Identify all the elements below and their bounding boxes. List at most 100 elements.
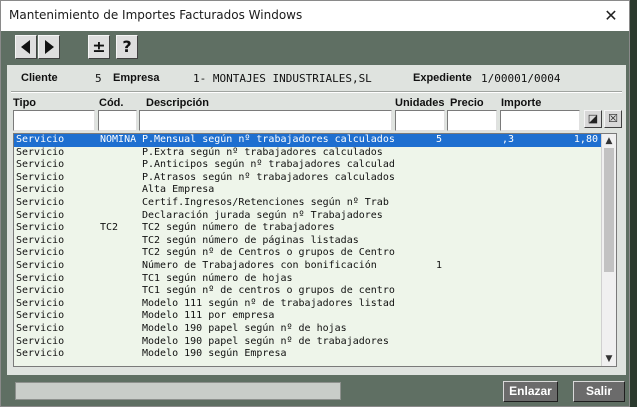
cell-tipo: Servicio [16, 272, 65, 284]
cell-unidades: 5 [435, 134, 442, 145]
enlazar-button[interactable]: Enlazar [503, 381, 558, 402]
table-row[interactable]: Servicio Número de Trabajadores con bonif… [14, 260, 602, 273]
status-bar [15, 382, 341, 400]
scroll-thumb[interactable] [604, 148, 614, 272]
cell-tipo: Servicio [16, 134, 65, 145]
cell-desc: Número de Trabajadores con bonificación [142, 260, 377, 271]
filter-descripcion-input[interactable] [139, 110, 392, 131]
cell-tipo: Servicio [16, 209, 65, 221]
cell-desc: TC1 según número de hojas [142, 272, 293, 284]
filter-cod-input[interactable] [98, 110, 137, 131]
record-header: Cliente 5 Empresa 1- MONTAJES INDUSTRIAL… [7, 65, 626, 91]
table-row[interactable]: Servicio Declaración jurada según nº Trab… [14, 210, 602, 223]
cell-tipo: Servicio [16, 247, 65, 259]
table-row[interactable]: Servicio Modelo 190 papel según nº de tra… [14, 336, 602, 349]
previous-button[interactable] [15, 35, 37, 59]
cell-precio: ,3 [501, 134, 514, 145]
cell-desc: TC1 según nº de centros o grupos de cent… [142, 285, 395, 297]
help-button[interactable]: ? [116, 35, 138, 59]
salir-button[interactable]: Salir [573, 381, 625, 402]
window-title: Mantenimiento de Importes Facturados Win… [9, 8, 303, 22]
table-row[interactable]: Servicio P.Anticipos según nº trabajadore… [14, 159, 602, 172]
cell-desc: Modelo 190 según Empresa [142, 348, 287, 360]
cell-tipo: Servicio [16, 222, 65, 234]
cell-tipo: Servicio [16, 159, 65, 171]
table-row[interactable]: Servicio Certif.Ingresos/Retenciones segú… [14, 197, 602, 210]
cell-cod: TC2 [100, 222, 119, 234]
scroll-up-icon[interactable]: ▲ [602, 134, 616, 148]
cell-tipo: Servicio [16, 146, 65, 158]
table-row[interactable]: Servicio P.Extra según nº trabajadores ca… [14, 147, 602, 160]
cell-desc: P.Extra según nº trabajadores calculados [142, 146, 383, 158]
table-row[interactable]: Servicio TC1 según número de hojas [14, 273, 602, 286]
plus-minus-icon: ± [92, 37, 106, 56]
edit-icon: ◪ [587, 112, 599, 125]
header-divider [11, 91, 622, 93]
cell-tipo: Servicio [16, 171, 65, 183]
expediente-value: 1/00001/0004 [481, 72, 561, 85]
cell-desc: Modelo 190 papel según nº de hojas [142, 323, 347, 334]
cell-tipo: Servicio [16, 234, 65, 246]
cell-desc: P.Mensual según nº trabajadores calculad… [142, 134, 395, 145]
column-header-unidades: Unidades [395, 97, 445, 109]
cell-tipo: Servicio [16, 285, 65, 297]
filter-precio-input[interactable] [447, 110, 497, 131]
empresa-value: 1- MONTAJES INDUSTRIALES,SL [193, 72, 372, 85]
help-icon: ? [122, 37, 132, 56]
column-header-importe: Importe [501, 97, 542, 109]
cell-desc: Modelo 111 por empresa [142, 310, 275, 322]
cell-cod: NOMINA [100, 134, 137, 145]
cell-desc: Alta Empresa [142, 184, 215, 196]
table-row[interactable]: Servicio Modelo 111 según nº de trabajado… [14, 298, 602, 311]
close-icon[interactable]: ✕ [599, 4, 623, 28]
table-row[interactable]: Servicio NOMINA P.Mensual según nº trabaja… [14, 134, 602, 147]
cell-desc: Modelo 111 según nº de trabajadores list… [142, 297, 395, 309]
filter-unidades-input[interactable] [395, 110, 445, 131]
table-row[interactable]: Servicio TC2 TC2 según número de trabajado… [14, 222, 602, 235]
vertical-scrollbar[interactable]: ▲ ▼ [601, 134, 616, 366]
cliente-label: Cliente [21, 72, 58, 84]
cell-tipo: Servicio [16, 310, 65, 322]
column-header-descripcion: Descripción [146, 97, 209, 109]
column-header-cod: Cód. [99, 97, 124, 109]
table-row[interactable]: Servicio Modelo 111 por empresa [14, 310, 602, 323]
table-row[interactable]: Servicio P.Atrasos según nº trabajadores … [14, 172, 602, 185]
table-row[interactable]: Servicio Modelo 190 papel según nº de hoj… [14, 323, 602, 336]
cell-tipo: Servicio [16, 260, 65, 271]
next-button[interactable] [38, 35, 60, 59]
cell-tipo: Servicio [16, 197, 65, 208]
cell-desc: TC2 según nº de Centros o grupos de Cent… [142, 247, 395, 259]
empresa-label: Empresa [113, 72, 160, 84]
table-row[interactable]: Servicio TC2 según número de páginas list… [14, 235, 602, 248]
table-row[interactable]: Servicio Alta Empresa [14, 184, 602, 197]
cell-tipo: Servicio [16, 323, 65, 334]
column-header-precio: Precio [450, 97, 484, 109]
cell-desc: P.Atrasos según nº trabajadores calculad… [142, 171, 395, 183]
items-grid[interactable]: Servicio Modelo 190 según Empresa Servicio… [13, 133, 617, 367]
cell-tipo: Servicio [16, 297, 65, 309]
cliente-value: 5 [95, 72, 102, 85]
cell-desc: P.Anticipos según nº trabajadores calcul… [142, 159, 395, 171]
cell-desc: Certif.Ingresos/Retenciones según nº Tra… [142, 197, 389, 208]
edit-filter-button[interactable]: ◪ [584, 110, 602, 128]
cell-desc: Declaración jurada según nº Trabajadores [142, 209, 383, 221]
clear-icon: ☒ [608, 112, 618, 125]
table-row[interactable]: Servicio Modelo 190 según Empresa [14, 348, 602, 361]
cell-importe: 1,80 [573, 134, 598, 145]
plus-minus-button[interactable]: ± [88, 35, 110, 59]
scroll-down-icon[interactable]: ▼ [602, 352, 616, 366]
filter-importe-input[interactable] [500, 110, 580, 131]
expediente-label: Expediente [413, 72, 472, 84]
cell-tipo: Servicio [16, 335, 65, 347]
table-row[interactable]: Servicio TC1 según nº de centros o grupos… [14, 285, 602, 298]
column-header-tipo: Tipo [13, 97, 37, 109]
arrow-right-icon [45, 40, 54, 54]
cell-desc: TC2 según número de páginas listadas [142, 234, 359, 246]
cell-desc: TC2 según número de trabajadores [142, 222, 335, 234]
table-row[interactable]: Servicio TC2 según nº de Centros o grupos… [14, 247, 602, 260]
title-bar[interactable]: Mantenimiento de Importes Facturados Win… [1, 1, 629, 31]
filter-tipo-input[interactable] [13, 110, 95, 131]
arrow-left-icon [21, 40, 30, 54]
clear-filter-button[interactable]: ☒ [604, 110, 622, 128]
cell-unidades: 1 [435, 260, 442, 271]
